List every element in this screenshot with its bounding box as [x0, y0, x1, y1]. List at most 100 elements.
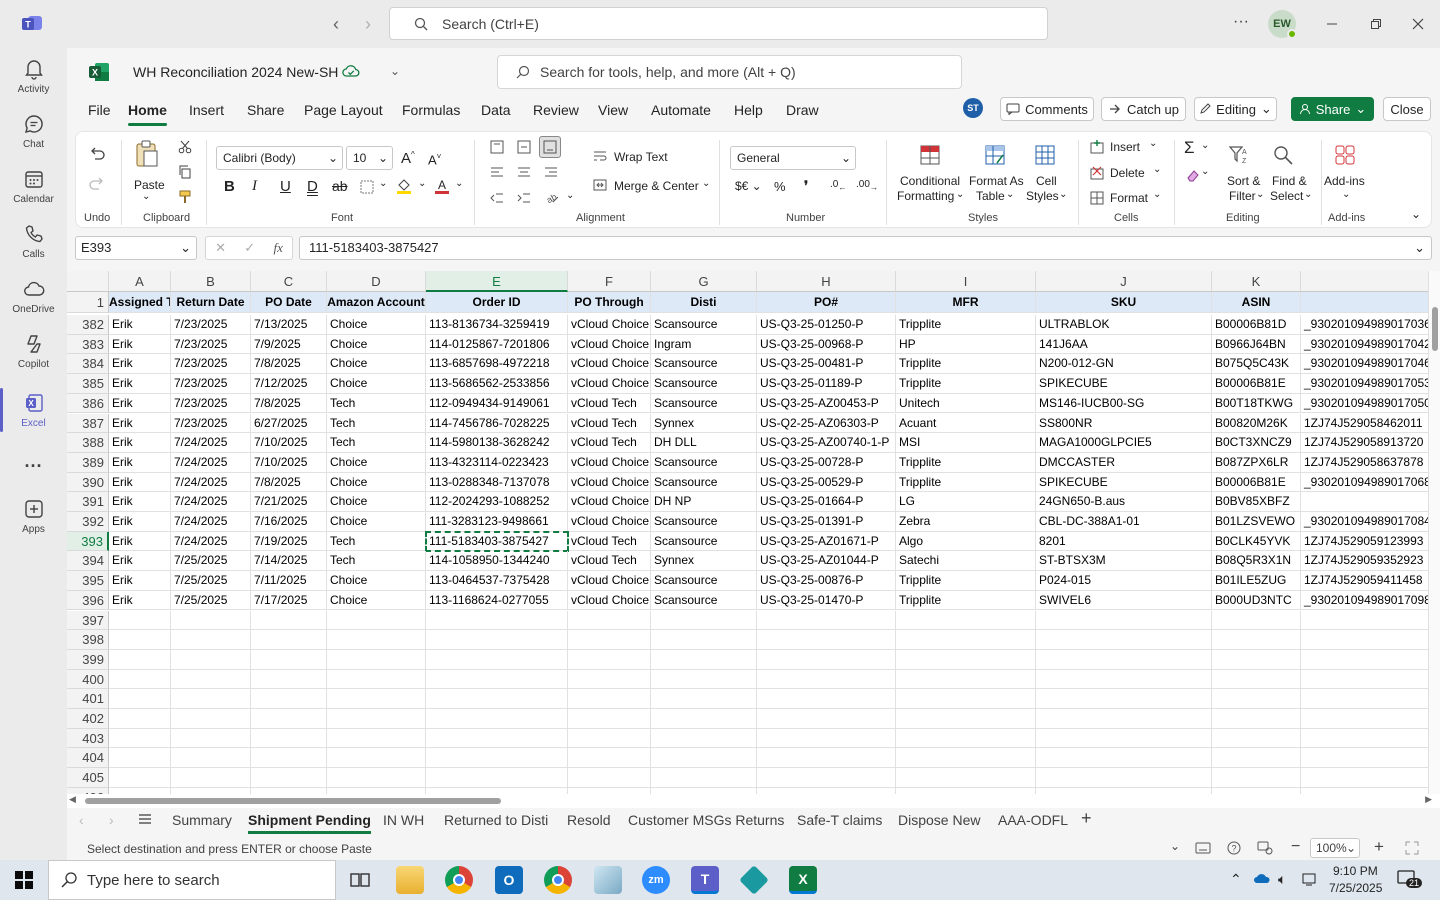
grid-cell[interactable]	[896, 649, 1036, 670]
grid-cell[interactable]: vCloud Choice	[568, 472, 651, 493]
workbook-title[interactable]: WH Reconciliation 2024 New-SH	[133, 64, 338, 80]
grid-cell[interactable]	[251, 649, 327, 670]
grid-cell[interactable]: Scansource	[651, 472, 757, 493]
grid-cell[interactable]: 112-2024293-1088252	[426, 492, 568, 512]
enter-formula-icon[interactable]: ✓	[244, 240, 255, 256]
menu-help[interactable]: Help	[734, 102, 763, 118]
grid-cell[interactable]	[109, 709, 171, 729]
grid-cell[interactable]	[1036, 689, 1212, 709]
column-header[interactable]: E	[426, 271, 568, 292]
column-title-cell[interactable]: Order ID	[426, 292, 568, 313]
grid-cell[interactable]: vCloud Choice	[568, 492, 651, 512]
grid-cell[interactable]: US-Q3-25-01391-P	[757, 512, 896, 532]
grid-cell[interactable]	[896, 709, 1036, 729]
grid-cell[interactable]: Erik	[109, 512, 171, 532]
cell-styles-icon[interactable]	[1034, 144, 1056, 166]
grid-cell[interactable]: 7/24/2025	[171, 452, 251, 473]
grid-cell[interactable]: B08Q5R3X1N	[1212, 551, 1301, 572]
grid-cell[interactable]	[1036, 669, 1212, 690]
grid-cell[interactable]: Tripplite	[896, 315, 1036, 335]
grid-cell[interactable]	[1301, 768, 1429, 788]
user-avatar[interactable]: EW	[1268, 10, 1297, 39]
column-title-cell[interactable]: ASIN	[1212, 292, 1301, 313]
conditional-formatting-icon[interactable]	[919, 144, 941, 166]
grid-cell[interactable]: Erik	[109, 354, 171, 375]
grid-cell[interactable]	[327, 669, 426, 690]
align-middle-icon[interactable]	[517, 140, 531, 154]
grid-cell[interactable]: 7/19/2025	[251, 531, 327, 552]
file-explorer-icon[interactable]	[396, 866, 424, 894]
grid-cell[interactable]: 113-1168624-0277055	[426, 590, 568, 611]
grid-cell[interactable]	[426, 728, 568, 749]
grid-cell[interactable]	[171, 768, 251, 788]
add-ins-button[interactable]: Add-ins	[1324, 174, 1365, 188]
grid-cell[interactable]	[327, 610, 426, 631]
grid-cell[interactable]	[896, 630, 1036, 650]
grid-cell[interactable]: DMCCASTER	[1036, 452, 1212, 473]
number-format-dropdown[interactable]: General ⌄	[730, 146, 856, 170]
editing-mode-button[interactable]: Editing ⌄	[1194, 97, 1277, 121]
clock-time[interactable]: 9:10 PM	[1333, 864, 1378, 878]
grid-cell[interactable]: 113-0288348-7137078	[426, 472, 568, 493]
column-header[interactable]	[1301, 271, 1429, 292]
increase-indent-icon[interactable]	[517, 192, 531, 204]
sheet-tab[interactable]: Safe-T claims	[797, 812, 882, 828]
grid-cell[interactable]: 113-8136734-3259419	[426, 315, 568, 335]
grid-cell[interactable]: Tripplite	[896, 472, 1036, 493]
grid-cell[interactable]	[251, 669, 327, 690]
grid-cell[interactable]	[171, 610, 251, 631]
rail-copilot[interactable]: Copilot	[0, 323, 67, 379]
grid-cell[interactable]: 7/23/2025	[171, 393, 251, 414]
grid-cell[interactable]	[327, 728, 426, 749]
grid-cell[interactable]	[327, 709, 426, 729]
grid-cell[interactable]: Erik	[109, 315, 171, 335]
chevron-down-icon[interactable]: ⌄	[142, 191, 150, 202]
menu-review[interactable]: Review	[533, 102, 579, 118]
grid-cell[interactable]: B01LZSVEWO	[1212, 512, 1301, 532]
column-title-cell[interactable]: SKU	[1036, 292, 1212, 313]
grid-cell[interactable]	[1212, 669, 1301, 690]
expand-formula-bar-icon[interactable]: ⌄	[1414, 237, 1425, 259]
grid-cell[interactable]: Tech	[327, 393, 426, 414]
insert-function-icon[interactable]: fx	[273, 240, 282, 256]
grid-cell[interactable]: 111-5183403-3875427	[426, 531, 568, 552]
column-header[interactable]: G	[651, 271, 757, 292]
column-title-cell[interactable]	[1301, 292, 1429, 313]
sheet-tab[interactable]: IN WH	[383, 812, 424, 828]
chevron-down-icon[interactable]: ⌄	[956, 189, 964, 200]
column-header[interactable]: J	[1036, 271, 1212, 292]
currency-icon[interactable]: $€ ⌄	[735, 179, 762, 193]
grid-cell[interactable]: 7/25/2025	[171, 590, 251, 611]
select-all-corner[interactable]	[67, 271, 109, 292]
add-ins-icon[interactable]	[1334, 144, 1356, 166]
grid-cell[interactable]	[1301, 610, 1429, 631]
grid-cell[interactable]: _930201094989017036	[1301, 315, 1429, 335]
chevron-down-icon[interactable]: ⌄	[1059, 189, 1067, 200]
grid-cell[interactable]: 7/24/2025	[171, 512, 251, 532]
grid-cell[interactable]: 1ZJ74J529058637878	[1301, 452, 1429, 473]
chevron-down-icon[interactable]: ⌄	[566, 190, 574, 201]
grid-cell[interactable]	[568, 649, 651, 670]
grid-cell[interactable]	[568, 689, 651, 709]
percent-icon[interactable]: %	[774, 179, 786, 194]
grid-cell[interactable]: vCloud Choice	[568, 354, 651, 375]
grid-cell[interactable]: 6/27/2025	[251, 413, 327, 434]
grid-cell[interactable]: vCloud Choice	[568, 590, 651, 611]
grid-cell[interactable]	[651, 630, 757, 650]
merge-center-button[interactable]: Merge & Center	[614, 179, 699, 193]
grid-cell[interactable]: Scansource	[651, 315, 757, 335]
fullscreen-icon[interactable]	[1405, 841, 1419, 855]
grid-cell[interactable]	[251, 610, 327, 631]
grid-cell[interactable]	[568, 669, 651, 690]
grid-cell[interactable]: 24GN650-B.aus	[1036, 492, 1212, 512]
decrease-indent-icon[interactable]	[490, 192, 504, 204]
grid-cell[interactable]	[1301, 492, 1429, 512]
row-header[interactable]: 391	[67, 492, 109, 512]
grid-cell[interactable]	[1212, 768, 1301, 788]
sheet-tab[interactable]: AAA-ODFL	[998, 812, 1068, 828]
row-header[interactable]: 384	[67, 354, 109, 375]
grid-cell[interactable]	[1301, 630, 1429, 650]
more-options-icon[interactable]: ···	[1231, 12, 1251, 32]
ribbon-collapse-chevron-icon[interactable]: ⌄	[1411, 207, 1421, 221]
grid-cell[interactable]	[1212, 649, 1301, 670]
